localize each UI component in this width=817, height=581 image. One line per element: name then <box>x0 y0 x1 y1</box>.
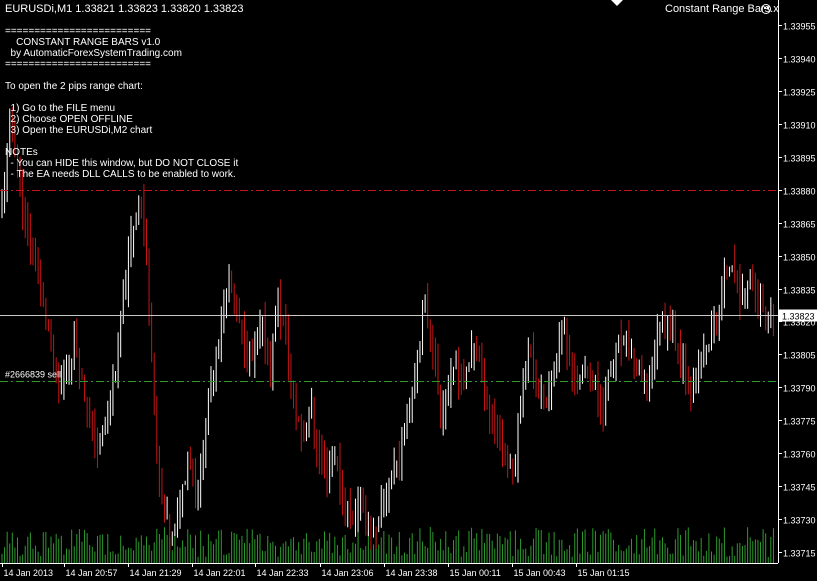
volume-bars <box>1 527 774 563</box>
comment-line: To open the 2 pips range chart: <box>5 81 143 92</box>
horizontal-lines[interactable]: #2666839 sell <box>0 190 778 382</box>
y-tick-label: 1.33940 <box>783 55 816 65</box>
y-tick-label: 1.33745 <box>783 483 816 493</box>
y-tick-label: 1.33895 <box>783 154 816 164</box>
current-price-label: 1.33823 <box>782 312 815 322</box>
x-tick-label: 14 Jan 20:57 <box>66 568 118 578</box>
comment-line <box>5 70 238 81</box>
y-tick-label: 1.33865 <box>783 220 816 230</box>
comment-line: ========================= <box>5 26 151 37</box>
y-tick-label: 1.33715 <box>783 549 816 559</box>
x-tick-label: 14 Jan 22:33 <box>257 568 309 578</box>
y-tick-label: 1.33760 <box>783 450 816 460</box>
y-tick-label: 1.33775 <box>783 417 816 427</box>
x-tick-label: 15 Jan 01:15 <box>578 568 630 578</box>
smiley-icon <box>761 4 771 14</box>
y-tick-label: 1.33880 <box>783 187 816 197</box>
order-label: #2666839 sell <box>5 370 61 380</box>
y-tick-label: 1.33790 <box>783 384 816 394</box>
comment-line: 1) Go to the FILE menu <box>5 103 116 114</box>
chart-title: EURUSDi,M1 1.33821 1.33823 1.33820 1.338… <box>5 3 244 15</box>
x-tick-label: 14 Jan 23:38 <box>386 568 438 578</box>
comment-line <box>5 92 238 103</box>
comment-line: by AutomaticForexSystemTrading.com <box>5 48 182 59</box>
y-tick-label: 1.33955 <box>783 22 816 32</box>
comment-line: 3) Open the EURUSDi,M2 chart <box>5 125 153 136</box>
y-tick-label: 1.33730 <box>783 516 816 526</box>
comment-line: NOTEs <box>5 147 38 158</box>
y-tick-label: 1.33925 <box>783 88 816 98</box>
y-tick-label: 1.33835 <box>783 286 816 296</box>
ea-comment: ========================= CONSTANT RANGE… <box>5 26 238 180</box>
y-tick-label: 1.33850 <box>783 253 816 263</box>
y-tick-label: 1.33805 <box>783 351 816 361</box>
comment-line: ========================= <box>5 59 151 70</box>
x-tick-label: 14 Jan 21:29 <box>130 568 182 578</box>
x-tick-label: 14 Jan 23:06 <box>322 568 374 578</box>
comment-line: - The EA needs DLL CALLS to be enabled t… <box>5 169 236 180</box>
comment-line: 2) Choose OPEN OFFLINE <box>5 114 133 125</box>
scroll-shift-arrow-icon[interactable] <box>611 0 623 6</box>
comment-line <box>5 136 238 147</box>
x-tick-label: 14 Jan 22:01 <box>194 568 246 578</box>
comment-line: CONSTANT RANGE BARS v1.0 <box>5 37 161 48</box>
y-tick-label: 1.33910 <box>783 121 816 131</box>
x-tick-label: 15 Jan 00:11 <box>450 568 501 578</box>
comment-line: - You can HIDE this window, but DO NOT C… <box>5 158 239 169</box>
x-tick-label: 15 Jan 00:43 <box>514 568 566 578</box>
x-tick-label: 14 Jan 2013 <box>4 568 54 578</box>
